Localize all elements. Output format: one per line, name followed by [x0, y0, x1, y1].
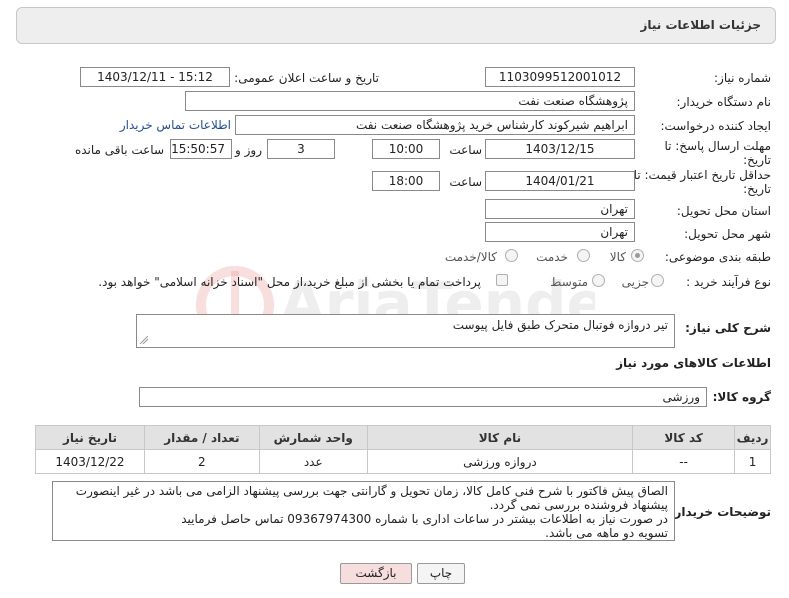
- buyer-note-line: در صورت نیاز به اطلاعات بیشتر در ساعات ا…: [181, 512, 668, 526]
- treasury-payment-checkbox[interactable]: [496, 274, 508, 286]
- col-unit: واحد شمارش: [258, 425, 368, 450]
- purchase-option-minor: جزیی: [621, 275, 649, 289]
- goods-info-title: اطلاعات کالاهای مورد نیاز: [616, 356, 771, 370]
- items-table-header: ردیف کد کالا نام کالا واحد شمارش تعداد /…: [35, 425, 771, 450]
- remaining-time-field: 15:50:57: [170, 139, 232, 159]
- deadline-label: مهلت ارسال پاسخ: تا: [664, 139, 771, 153]
- deadline-date-field: 1403/12/15: [485, 139, 635, 159]
- cell-unit: عدد: [258, 449, 368, 474]
- purchase-type-label: نوع فرآیند خرید :: [686, 275, 771, 289]
- cell-need-date: 1403/12/22: [35, 449, 145, 474]
- city-label: شهر محل تحویل:: [684, 227, 771, 241]
- category-label: طبقه بندی موضوعی:: [664, 250, 771, 264]
- cell-quantity: 2: [143, 449, 260, 474]
- buyer-label: نام دستگاه خریدار:: [676, 95, 772, 109]
- announce-field: 1403/12/11 - 15:12: [80, 67, 230, 87]
- validity-time-label: ساعت: [449, 175, 482, 189]
- col-row-number: ردیف: [734, 425, 771, 450]
- category-radio-goods[interactable]: [631, 249, 644, 262]
- need-number-label: شماره نیاز:: [714, 71, 771, 85]
- city-field: تهران: [485, 222, 635, 242]
- category-option-service: خدمت: [536, 250, 568, 264]
- print-button[interactable]: چاپ: [417, 563, 465, 584]
- category-option-goods-service: کالا/خدمت: [444, 250, 497, 264]
- buyer-contact-link[interactable]: اطلاعات تماس خریدار: [120, 118, 231, 132]
- creator-label: ایجاد کننده درخواست:: [660, 119, 771, 133]
- buyer-field: پژوهشگاه صنعت نفت: [185, 91, 635, 111]
- province-label: استان محل تحویل:: [676, 204, 771, 218]
- summary-textarea[interactable]: تیر دروازه فوتبال متحرک طبق فایل پیوست: [136, 314, 675, 348]
- buyer-note-line: الصاق پیش فاکتور با شرح فنی کامل کالا، ز…: [75, 484, 668, 498]
- resize-handle-icon: [140, 336, 148, 344]
- remaining-label: ساعت باقی مانده: [74, 143, 164, 157]
- deadline-date-label: تاریخ:: [743, 153, 771, 167]
- goods-group-label: گروه کالا:: [712, 390, 771, 404]
- deadline-time-field: 10:00: [372, 139, 440, 159]
- validity-date-field: 1404/01/21: [485, 171, 635, 191]
- validity-time-field: 18:00: [372, 171, 440, 191]
- announce-label: تاریخ و ساعت اعلان عمومی:: [234, 71, 379, 85]
- col-need-date: تاریخ نیاز: [35, 425, 145, 450]
- buyer-note-line: پیشنهاد فروشنده بررسی نمی گردد.: [489, 498, 668, 512]
- cell-item-code: --: [632, 449, 736, 474]
- days-label: روز و: [235, 143, 262, 157]
- category-option-goods: کالا: [609, 250, 626, 264]
- goods-group-field: ورزشی: [139, 387, 707, 407]
- category-radio-service[interactable]: [577, 249, 590, 262]
- col-item-code: کد کالا: [632, 425, 736, 450]
- col-item-name: نام کالا: [366, 425, 634, 450]
- need-number-field: 1103099512001012: [485, 67, 635, 87]
- buyer-notes-textarea[interactable]: الصاق پیش فاکتور با شرح فنی کامل کالا، ز…: [52, 481, 675, 541]
- province-field: تهران: [485, 199, 635, 219]
- items-table: ردیف کد کالا نام کالا واحد شمارش تعداد /…: [35, 425, 771, 474]
- cell-row-number: 1: [734, 449, 771, 474]
- days-field: 3: [267, 139, 335, 159]
- validity-label: حداقل تاریخ اعتبار قیمت: تا: [633, 168, 771, 182]
- buyer-note-line: تسویه دو ماهه می باشد.: [545, 526, 668, 540]
- treasury-payment-note: پرداخت تمام یا بخشی از مبلغ خرید،از محل …: [98, 275, 481, 289]
- purchase-option-medium: متوسط: [550, 275, 588, 289]
- table-row: 1 -- دروازه ورزشی عدد 2 1403/12/22: [35, 449, 771, 474]
- col-quantity: تعداد / مقدار: [143, 425, 260, 450]
- details-panel-header: جزئیات اطلاعات نیاز: [16, 7, 776, 44]
- purchase-radio-medium[interactable]: [592, 274, 605, 287]
- panel-title: جزئیات اطلاعات نیاز: [640, 18, 761, 32]
- summary-text: تیر دروازه فوتبال متحرک طبق فایل پیوست: [452, 318, 668, 332]
- back-button[interactable]: بازگشت: [340, 563, 412, 584]
- purchase-radio-minor[interactable]: [651, 274, 664, 287]
- cell-item-name: دروازه ورزشی: [366, 449, 634, 474]
- creator-field: ابراهیم شیرکوند کارشناس خرید پژوهشگاه صن…: [235, 115, 635, 135]
- buyer-notes-label: توضیحات خریدار:: [669, 505, 771, 519]
- summary-label: شرح کلی نیاز:: [685, 321, 771, 335]
- deadline-time-label: ساعت: [449, 143, 482, 157]
- category-radio-goods-service[interactable]: [505, 249, 518, 262]
- validity-date-label: تاریخ:: [743, 182, 771, 196]
